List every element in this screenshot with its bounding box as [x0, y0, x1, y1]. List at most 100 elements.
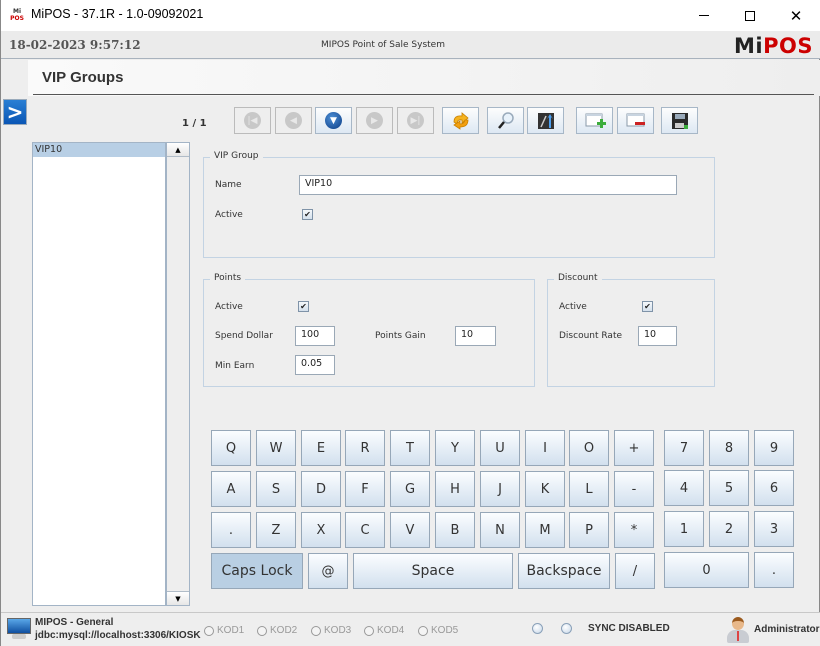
key-minus[interactable]: -: [614, 471, 654, 507]
key-x[interactable]: X: [301, 512, 341, 548]
spend-dollar-input[interactable]: 100: [295, 326, 335, 346]
kod1-radio[interactable]: KOD1: [204, 625, 244, 636]
points-active-checkbox[interactable]: ✔: [298, 301, 309, 312]
search-button[interactable]: [487, 107, 524, 134]
numpad-key-1[interactable]: 1: [664, 511, 704, 547]
save-button[interactable]: [661, 107, 698, 134]
refresh-icon: [452, 111, 469, 130]
space-key[interactable]: Space: [353, 553, 513, 589]
kod4-radio[interactable]: KOD4: [364, 625, 404, 636]
key-v[interactable]: V: [390, 512, 430, 548]
slash-key[interactable]: /: [615, 553, 655, 589]
title-bar: Mi POS MiPOS - 37.1R - 1.0-09092021 ✕: [1, 0, 820, 31]
scroll-down-button[interactable]: ▼: [167, 591, 189, 605]
refresh-button[interactable]: [442, 107, 479, 134]
key-m[interactable]: M: [525, 512, 565, 548]
vip-group-panel: VIP Group: [203, 151, 715, 258]
name-input[interactable]: VIP10: [299, 175, 677, 195]
kod5-radio[interactable]: KOD5: [418, 625, 458, 636]
points-gain-label: Points Gain: [375, 331, 426, 341]
min-earn-label: Min Earn: [215, 361, 255, 371]
backspace-key[interactable]: Backspace: [518, 553, 610, 589]
numpad-key-2[interactable]: 2: [709, 511, 749, 547]
previous-record-button[interactable]: ◀: [275, 107, 312, 134]
kod2-radio[interactable]: KOD2: [257, 625, 297, 636]
key-t[interactable]: T: [390, 430, 430, 466]
key-f[interactable]: F: [345, 471, 385, 507]
key-h[interactable]: H: [435, 471, 475, 507]
numpad-key-3[interactable]: 3: [754, 511, 794, 547]
scroll-up-button[interactable]: ▲: [167, 143, 189, 157]
app-window: Mi POS MiPOS - 37.1R - 1.0-09092021 ✕ 18…: [0, 0, 820, 646]
sort-button[interactable]: [527, 107, 564, 134]
header-bar: 18-02-2023 9:57:12 MIPOS Point of Sale S…: [1, 31, 820, 59]
key-p[interactable]: P: [569, 512, 609, 548]
minimize-icon: [699, 15, 709, 16]
first-record-button[interactable]: |◀: [234, 107, 271, 134]
numpad-key-8[interactable]: 8: [709, 430, 749, 466]
brand-logo-pos: POS: [763, 34, 813, 58]
key-e[interactable]: E: [301, 430, 341, 466]
close-icon: ✕: [789, 6, 803, 25]
key-j[interactable]: J: [480, 471, 520, 507]
key-d[interactable]: D: [301, 471, 341, 507]
points-gain-input[interactable]: 10: [455, 326, 496, 346]
key-u[interactable]: U: [480, 430, 520, 466]
key-s[interactable]: S: [256, 471, 296, 507]
at-key[interactable]: @: [308, 553, 348, 589]
delete-record-icon: [626, 113, 645, 126]
discount-active-checkbox[interactable]: ✔: [642, 301, 653, 312]
key-q[interactable]: Q: [211, 430, 251, 466]
key-a[interactable]: A: [211, 471, 251, 507]
key-w[interactable]: W: [256, 430, 296, 466]
numpad-key-0[interactable]: 0: [664, 552, 749, 588]
save-icon: [671, 112, 688, 129]
numpad-key-5[interactable]: 5: [709, 470, 749, 506]
key-i[interactable]: I: [525, 430, 565, 466]
maximize-icon: [745, 10, 755, 21]
vip-active-checkbox[interactable]: ✔: [302, 209, 313, 220]
key-z[interactable]: Z: [256, 512, 296, 548]
last-record-button[interactable]: ▶|: [397, 107, 434, 134]
radio-icon: [257, 625, 267, 636]
numpad-key-dot[interactable]: .: [754, 552, 794, 588]
search-icon: [497, 111, 514, 129]
key-o[interactable]: O: [569, 430, 609, 466]
caps-lock-key[interactable]: Caps Lock: [211, 553, 303, 589]
key-asterisk[interactable]: *: [614, 512, 654, 548]
kod3-radio[interactable]: KOD3: [311, 625, 351, 636]
numpad-key-9[interactable]: 9: [754, 430, 794, 466]
key-g[interactable]: G: [390, 471, 430, 507]
list-item[interactable]: VIP10: [33, 143, 165, 157]
min-earn-input[interactable]: 0.05: [295, 355, 335, 375]
numpad-key-4[interactable]: 4: [664, 470, 704, 506]
new-record-button[interactable]: [576, 107, 613, 134]
key-b[interactable]: B: [435, 512, 475, 548]
key-c[interactable]: C: [345, 512, 385, 548]
key-plus[interactable]: +: [614, 430, 654, 466]
next-record-button[interactable]: ▶: [356, 107, 393, 134]
maximize-button[interactable]: [727, 0, 773, 31]
sidebar-toggle-button[interactable]: >: [3, 99, 27, 125]
numpad-key-7[interactable]: 7: [664, 430, 704, 466]
down-button[interactable]: ▼: [315, 107, 352, 134]
key-r[interactable]: R: [345, 430, 385, 466]
key-k[interactable]: K: [525, 471, 565, 507]
chevron-right-icon: >: [6, 100, 24, 124]
page-title-area: [28, 60, 820, 96]
left-strip: [1, 60, 27, 612]
key-n[interactable]: N: [480, 512, 520, 548]
key-y[interactable]: Y: [435, 430, 475, 466]
sort-icon: [537, 112, 554, 129]
checkmark-icon: ✔: [304, 210, 311, 219]
vip-group-list[interactable]: VIP10: [32, 142, 166, 606]
numpad-key-6[interactable]: 6: [754, 470, 794, 506]
delete-record-button[interactable]: [617, 107, 654, 134]
list-scrollbar[interactable]: ▲ ▼: [166, 142, 190, 606]
discount-legend: Discount: [554, 273, 602, 283]
key-l[interactable]: L: [569, 471, 609, 507]
close-button[interactable]: ✕: [773, 0, 819, 31]
discount-rate-input[interactable]: 10: [638, 326, 677, 346]
key-period[interactable]: .: [211, 512, 251, 548]
minimize-button[interactable]: [681, 0, 727, 31]
